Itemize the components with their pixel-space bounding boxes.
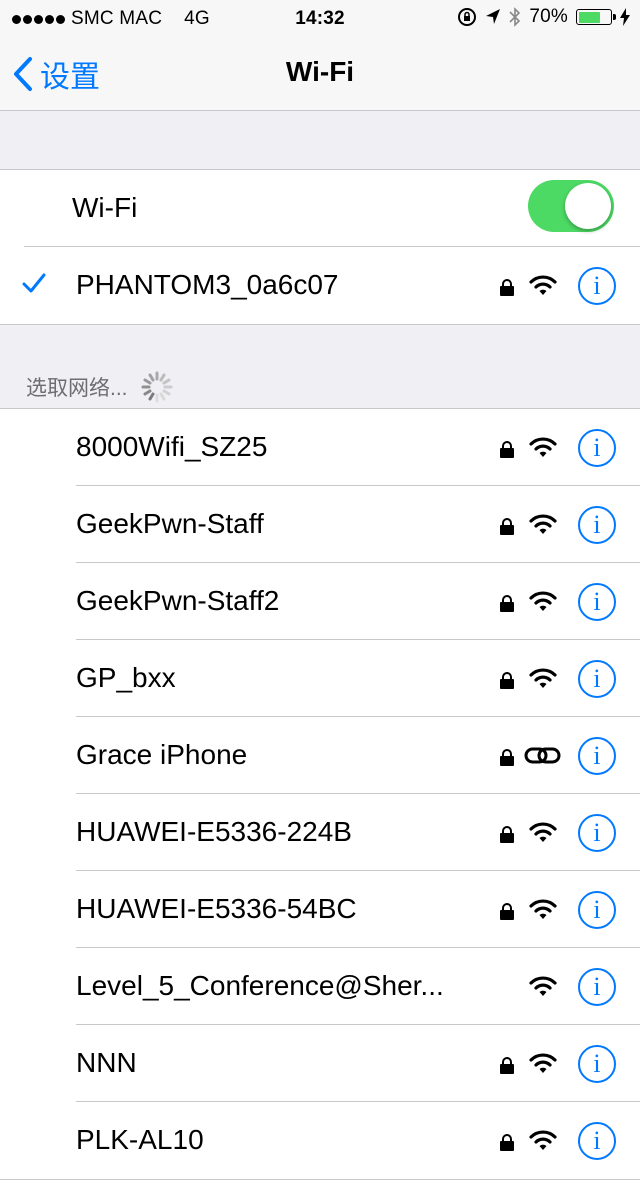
battery-icon (576, 9, 616, 25)
lock-icon (500, 826, 514, 843)
battery-fill (578, 11, 601, 23)
info-button[interactable]: i (578, 891, 616, 929)
network-name: NNN (76, 1047, 137, 1078)
wifi-settings-group: Wi-Fi PHANTOM3_0a6c07 i (0, 169, 640, 325)
connected-network-name: PHANTOM3_0a6c07 (76, 269, 339, 300)
network-name: GeekPwn-Staff2 (76, 585, 280, 616)
info-button[interactable]: i (578, 968, 616, 1006)
network-row[interactable]: GeekPwn-Staff i (0, 486, 640, 563)
network-row[interactable]: GP_bxx i (0, 640, 640, 717)
lock-icon (500, 441, 514, 458)
info-button[interactable]: i (578, 1045, 616, 1083)
hotspot-link-icon (524, 747, 561, 764)
wifi-icon (529, 437, 557, 457)
network-name: GP_bxx (76, 662, 176, 693)
network-name: HUAWEI-E5336-224B (76, 816, 352, 847)
wifi-icon (529, 275, 557, 295)
info-button[interactable]: i (578, 1122, 616, 1160)
info-button[interactable]: i (578, 267, 616, 305)
network-row[interactable]: Level_5_Conference@Sher... i (0, 948, 640, 1025)
wifi-icon (529, 976, 557, 996)
status-right: 70% (457, 6, 630, 28)
choose-network-header: 选取网络... (26, 370, 174, 404)
lock-icon (500, 1134, 514, 1151)
wifi-toggle-label: Wi-Fi (72, 192, 138, 223)
network-row[interactable]: PLK-AL10 i (0, 1102, 640, 1179)
wifi-icon (529, 668, 557, 688)
wifi-toggle-switch[interactable] (528, 180, 614, 232)
wifi-icon (529, 514, 557, 534)
network-row[interactable]: HUAWEI-E5336-54BC i (0, 871, 640, 948)
info-button[interactable]: i (578, 583, 616, 621)
page-title: Wi-Fi (285, 56, 355, 87)
wifi-icon (529, 822, 557, 842)
network-row[interactable]: Grace iPhone i (0, 717, 640, 794)
info-button[interactable]: i (578, 429, 616, 467)
info-button[interactable]: i (578, 814, 616, 852)
network-name: Grace iPhone (76, 739, 248, 770)
navigation-bar: 设置 Wi-Fi (0, 38, 640, 108)
info-button[interactable]: i (578, 737, 616, 775)
lock-icon (500, 518, 514, 535)
network-row[interactable]: NNN i (0, 1025, 640, 1102)
rotation-lock-icon (458, 8, 477, 26)
status-bar: SMC MAC 4G 14:32 70% (0, 0, 640, 38)
battery-percent: 70% (529, 6, 568, 27)
lock-icon (500, 595, 514, 612)
bluetooth-icon (509, 7, 521, 27)
network-row[interactable]: GeekPwn-Staff2 i (0, 563, 640, 640)
wifi-icon (529, 1053, 557, 1073)
network-name: HUAWEI-E5336-54BC (76, 893, 357, 924)
wifi-icon (529, 1130, 557, 1150)
lock-icon (500, 749, 514, 766)
network-list: 8000Wifi_SZ25 i GeekPwn-Staff i GeekPwn-Staf… (0, 408, 640, 1180)
checkmark-icon (22, 273, 46, 293)
charging-icon (620, 8, 630, 26)
lock-icon (500, 1057, 514, 1074)
network-row[interactable]: HUAWEI-E5336-224B i (0, 794, 640, 871)
toggle-knob (565, 183, 611, 229)
top-bar: SMC MAC 4G 14:32 70% 设置 Wi-Fi (0, 0, 640, 111)
network-name: 8000Wifi_SZ25 (76, 431, 268, 462)
lock-icon (500, 903, 514, 920)
network-name: Level_5_Conference@Sher... (76, 970, 444, 1001)
lock-icon (500, 279, 514, 296)
lock-icon (500, 672, 514, 689)
info-button[interactable]: i (578, 506, 616, 544)
wifi-icon (529, 591, 557, 611)
connected-network-row[interactable]: PHANTOM3_0a6c07 i (0, 247, 640, 324)
loading-spinner-icon (141, 371, 173, 403)
wifi-toggle-row: Wi-Fi (0, 170, 640, 247)
wifi-icon (529, 899, 557, 919)
choose-network-label: 选取网络... (26, 377, 128, 400)
network-name: GeekPwn-Staff (76, 508, 264, 539)
network-name: PLK-AL10 (76, 1124, 204, 1155)
info-button[interactable]: i (578, 660, 616, 698)
location-icon (486, 9, 501, 24)
network-row[interactable]: 8000Wifi_SZ25 i (0, 409, 640, 486)
